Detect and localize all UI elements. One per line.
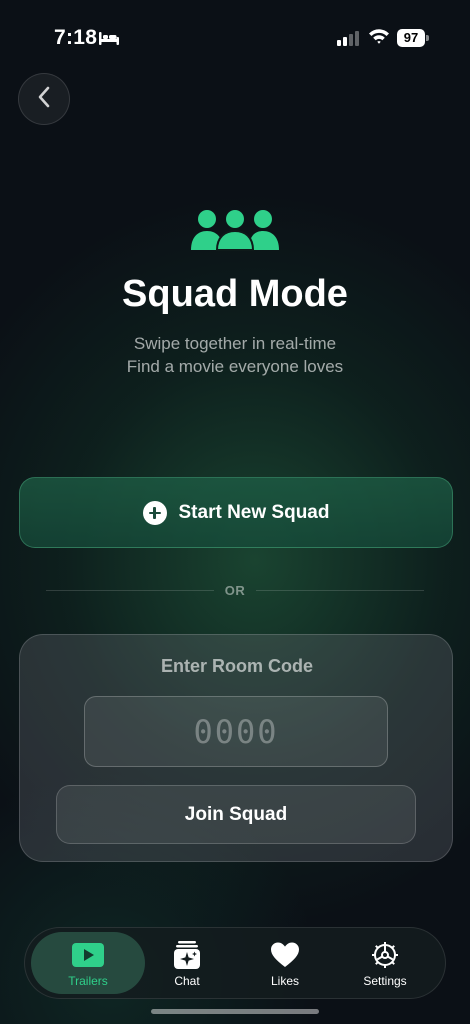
room-code-input[interactable] [84,696,388,767]
tab-trailers-label: Trailers [68,974,108,988]
divider-line-right [256,590,424,591]
home-indicator [151,1009,319,1014]
tab-trailers[interactable]: Trailers [31,932,145,994]
tab-bar: Trailers Chat Likes Settings [24,927,446,999]
subtitle-line-1: Swipe together in real-time [133,334,337,353]
plus-circle-icon [142,500,167,525]
status-time: 7:18 [54,26,98,49]
bed-icon [98,30,120,51]
heart-icon [270,940,300,970]
battery-indicator: 97 [397,29,429,47]
start-new-squad-label: Start New Squad [178,501,330,523]
tab-chat-label: Chat [174,974,200,988]
room-code-card: Enter Room Code Join Squad [19,634,453,862]
tab-likes[interactable]: Likes [237,932,333,994]
tab-settings-label: Settings [363,974,407,988]
play-icon [71,940,105,970]
tab-settings[interactable]: Settings [337,932,433,994]
subtitle-line-2: Find a movie everyone loves [126,357,344,376]
group-people-icon [189,206,281,257]
wifi-icon [368,27,390,50]
start-new-squad-button[interactable]: Start New Squad [19,477,453,548]
room-code-title: Enter Room Code [160,656,313,676]
cellular-signal-icon [337,30,361,51]
tab-likes-label: Likes [270,974,299,988]
join-squad-button[interactable]: Join Squad [56,785,416,844]
back-button[interactable] [18,73,70,125]
status-bar: 7:18 97 [0,0,470,70]
page-title: Squad Mode [122,273,348,315]
gear-icon [370,940,400,970]
tab-chat[interactable]: Chat [141,932,233,994]
chevron-left-icon [37,86,51,113]
battery-cap [426,35,429,41]
chat-sparkle-icon [172,940,202,970]
battery-level: 97 [397,29,425,47]
